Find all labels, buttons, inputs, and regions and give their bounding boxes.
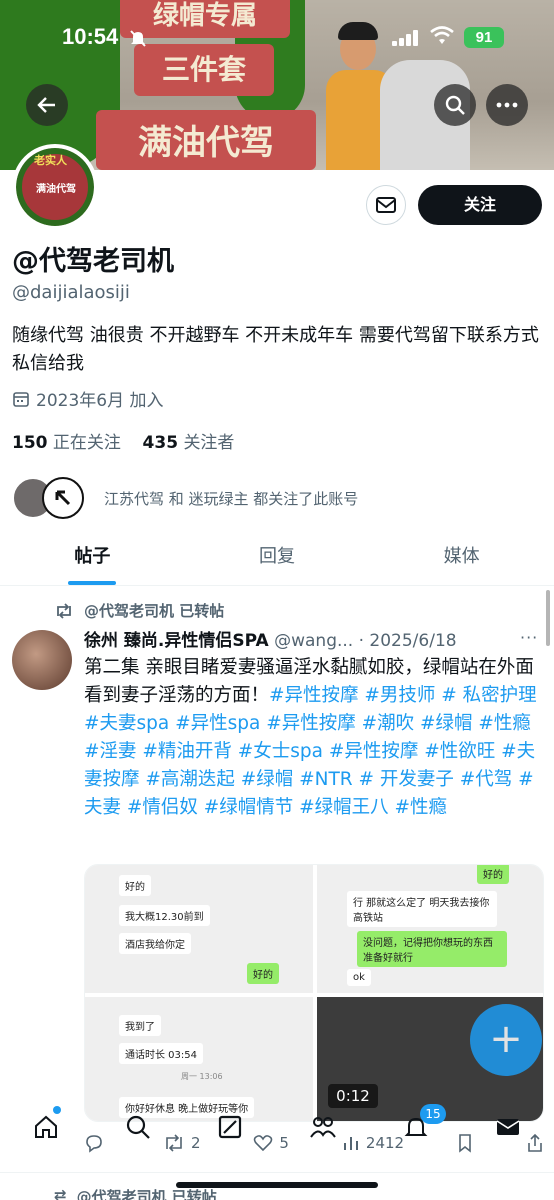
like-count: 5 xyxy=(279,1134,289,1152)
followed-by-row[interactable]: 江苏代驾 和 迷玩绿主 都关注了此账号 xyxy=(12,476,358,520)
heart-icon xyxy=(254,1135,273,1152)
follow-button[interactable]: 关注 xyxy=(418,185,542,225)
display-name: @代驾老司机 xyxy=(12,246,174,277)
join-date: 2023年6月 加入 xyxy=(12,386,163,411)
followers-count: 435 xyxy=(142,433,179,453)
post-header: 徐州 臻尚.异性情侣SPA @wang... · 2025/6/18 xyxy=(84,626,544,651)
views-action[interactable]: 2412 xyxy=(342,1134,404,1152)
envelope-icon xyxy=(376,197,396,213)
followers-link[interactable]: 435 关注者 xyxy=(143,433,235,453)
follow-stats: 150 正在关注 435 关注者 xyxy=(12,428,234,453)
scrollbar[interactable] xyxy=(546,590,550,646)
back-button[interactable] xyxy=(26,84,68,126)
bookmark-icon xyxy=(459,1134,471,1153)
chat-bubble: 行 那就这么定了 明天我去接你高铁站 xyxy=(347,891,497,927)
following-label: 正在关注 xyxy=(52,433,121,453)
repost-icon: ⇄ xyxy=(54,1186,67,1200)
repost-label[interactable]: @代驾老司机 已转帖 xyxy=(84,600,224,621)
more-button[interactable] xyxy=(486,84,528,126)
mute-bell-icon xyxy=(130,30,146,47)
post-author-name[interactable]: 徐州 臻尚.异性情侣SPA xyxy=(84,631,269,651)
chat-bubble: 酒店我给你定 xyxy=(119,933,191,954)
wifi-icon xyxy=(430,26,454,44)
next-repost-indicator: ⇄ @代驾老司机 已转帖 xyxy=(54,1186,217,1200)
more-dots-icon xyxy=(496,102,518,108)
repost-icon xyxy=(57,602,71,619)
profile-tabs: 帖子 回复 媒体 xyxy=(0,528,554,586)
home-unread-dot xyxy=(53,1106,61,1114)
status-time: 10:54 xyxy=(62,24,119,49)
arrow-left-icon xyxy=(37,97,55,113)
chat-bubble: 好的 xyxy=(119,875,151,896)
tab-replies[interactable]: 回复 xyxy=(185,528,370,585)
search-icon xyxy=(445,95,465,115)
banner-sign-2: 三件套 xyxy=(134,44,274,96)
followed-by-text: 江苏代驾 和 迷玩绿主 都关注了此账号 xyxy=(104,489,359,508)
message-button[interactable] xyxy=(366,185,406,225)
following-count: 150 xyxy=(12,433,48,453)
avatar-text-mid: 满油代驾 xyxy=(36,184,76,195)
home-indicator[interactable] xyxy=(176,1182,378,1188)
calendar-icon xyxy=(13,391,29,407)
follower-avatar xyxy=(42,477,84,519)
next-repost-label[interactable]: @代驾老司机 已转帖 xyxy=(77,1186,217,1200)
tab-posts[interactable]: 帖子 xyxy=(0,528,185,585)
media-image-1[interactable]: 好的 我大概12.30前到 酒店我给你定 好的 xyxy=(85,865,313,993)
chat-bubble: 通话时长 03:54 xyxy=(119,1043,203,1064)
repost-count: 2 xyxy=(190,1134,201,1152)
share-icon xyxy=(528,1133,542,1152)
share-action[interactable] xyxy=(526,1133,544,1153)
join-date-text: 2023年6月 加入 xyxy=(36,391,164,411)
repost-icon xyxy=(166,1134,182,1152)
post-actions: 2 5 2412 xyxy=(84,1128,544,1158)
media-image-2[interactable]: 好的 行 那就这么定了 明天我去接你高铁站 没问题，记得把你想玩的东西准备好就行… xyxy=(317,865,543,993)
post-text: 第二集 亲眼目睹爱妻骚逼淫水黏腻如胶，绿帽站在外面看到妻子淫荡的方面！#异性按摩… xyxy=(84,654,546,822)
views-count: 2412 xyxy=(365,1134,405,1152)
post-more-icon[interactable]: ··· xyxy=(520,628,538,647)
notifications-badge: 15 xyxy=(420,1104,446,1124)
bookmark-action[interactable] xyxy=(457,1133,473,1153)
post-author-avatar[interactable] xyxy=(12,630,72,690)
repost-indicator: @代驾老司机 已转帖 xyxy=(54,600,224,621)
chat-bubble: 我大概12.30前到 xyxy=(119,905,210,926)
chat-bubble: 没问题，记得把你想玩的东西准备好就行 xyxy=(357,931,507,967)
followers-label: 关注者 xyxy=(183,433,235,453)
like-action[interactable]: 5 xyxy=(253,1134,289,1152)
user-handle: @daijialaosiji xyxy=(12,282,130,303)
post-divider xyxy=(0,1172,554,1173)
cursor-arrow-icon xyxy=(55,490,71,506)
chat-bubble: ok xyxy=(347,969,371,986)
home-icon[interactable] xyxy=(32,1113,60,1141)
profile-avatar[interactable]: 老实人 满油代驾 xyxy=(12,144,98,230)
cellular-signal-icon xyxy=(392,30,418,46)
views-bar-icon xyxy=(343,1137,358,1150)
following-link[interactable]: 150 正在关注 xyxy=(12,433,121,453)
post-media-grid[interactable]: 好的 我大概12.30前到 酒店我给你定 好的 好的 行 那就这么定了 明天我去… xyxy=(84,864,544,1122)
battery-indicator: 91 xyxy=(464,27,504,48)
banner-sign-3: 满油代驾 xyxy=(96,110,316,170)
reply-action[interactable] xyxy=(84,1133,110,1153)
chat-bubble: 我到了 xyxy=(119,1015,161,1036)
post-author-meta: @wang... · 2025/6/18 xyxy=(274,631,457,651)
compose-button[interactable]: + xyxy=(470,1004,542,1076)
tab-media[interactable]: 媒体 xyxy=(369,528,554,585)
chat-bubble: 好的 xyxy=(247,963,279,984)
reply-icon xyxy=(86,1135,102,1153)
profile-bio: 随缘代驾 油很贵 不开越野车 不开未成年车 需要代驾留下联系方式私信给我 xyxy=(12,325,539,374)
chat-bubble: 好的 xyxy=(477,865,509,884)
chat-timestamp: 周一 13:06 xyxy=(181,1072,223,1081)
repost-action[interactable]: 2 xyxy=(163,1134,201,1152)
avatar-text-top: 老实人 xyxy=(34,154,67,167)
search-button[interactable] xyxy=(434,84,476,126)
